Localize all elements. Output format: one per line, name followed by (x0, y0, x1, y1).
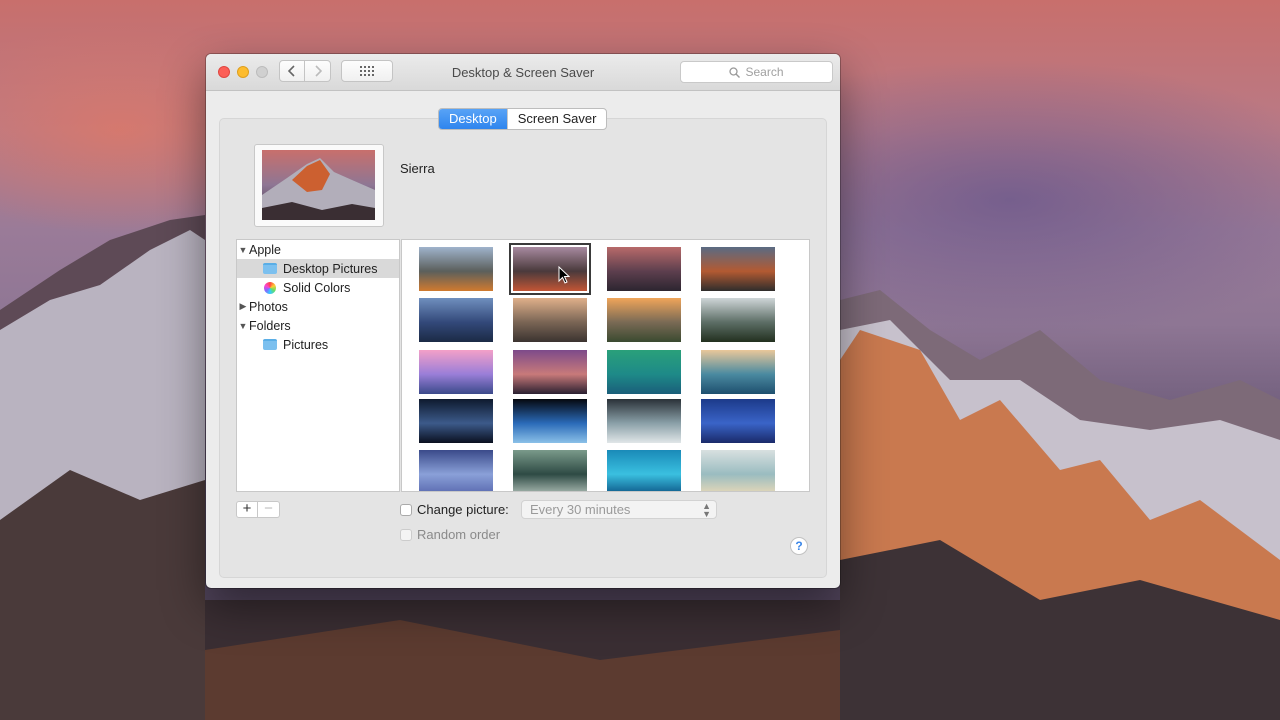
sidebar-item-desktop-pictures[interactable]: Desktop Pictures (237, 259, 399, 278)
wallpaper-thumbnail[interactable] (513, 350, 587, 394)
wallpaper-preview-image (262, 150, 375, 220)
wallpaper-thumbnail[interactable] (607, 298, 681, 342)
search-icon (729, 66, 741, 78)
tab-bar: Desktop Screen Saver (438, 108, 608, 130)
wallpaper-thumbnail[interactable] (607, 350, 681, 394)
preferences-window: Desktop & Screen Saver Search Desktop Sc… (206, 54, 840, 588)
wallpaper-grid (401, 239, 810, 492)
tab-desktop[interactable]: Desktop (439, 109, 507, 129)
add-folder-button[interactable]: + (236, 501, 258, 518)
sidebar-item-label: Desktop Pictures (283, 261, 378, 276)
mouse-pointer-icon (558, 266, 570, 284)
change-picture-checkbox[interactable] (400, 504, 412, 516)
wallpaper-thumbnail[interactable] (513, 450, 587, 491)
wallpaper-thumbnail[interactable] (419, 350, 493, 394)
updown-chevron-icon: ▲ ▼ (702, 501, 711, 519)
wallpaper-thumbnail[interactable] (607, 399, 681, 443)
sidebar-item-label: Apple (249, 242, 281, 257)
wallpaper-thumbnail[interactable] (701, 399, 775, 443)
help-button[interactable]: ? (790, 537, 808, 555)
color-wheel-icon (264, 281, 276, 294)
wallpaper-thumbnail[interactable] (701, 350, 775, 394)
sidebar-item-folders[interactable]: ▼ Folders (237, 316, 399, 335)
sidebar-item-label: Photos (249, 299, 288, 314)
random-order-checkbox[interactable] (400, 529, 412, 541)
wallpaper-thumbnail[interactable] (513, 298, 587, 342)
wallpaper-thumbnail[interactable] (419, 450, 493, 491)
wallpaper-thumbnail[interactable] (607, 450, 681, 491)
sidebar-item-solid-colors[interactable]: Solid Colors (237, 278, 399, 297)
disclosure-open-icon[interactable]: ▼ (237, 245, 249, 255)
wallpaper-name: Sierra (400, 161, 435, 176)
folder-icon (263, 339, 277, 350)
wallpaper-thumbnail[interactable] (701, 298, 775, 342)
remove-folder-button[interactable]: − (258, 501, 280, 518)
wallpaper-thumbnail[interactable] (701, 450, 775, 491)
sidebar-item-photos[interactable]: ▶ Photos (237, 297, 399, 316)
search-field[interactable]: Search (680, 61, 833, 83)
interval-value: Every 30 minutes (530, 502, 631, 517)
search-placeholder: Search (745, 65, 784, 79)
sidebar-item-label: Pictures (283, 337, 329, 352)
interval-popup[interactable]: Every 30 minutes ▲ ▼ (521, 500, 717, 519)
disclosure-open-icon[interactable]: ▼ (237, 321, 249, 331)
change-picture-label: Change picture: (417, 502, 509, 517)
wallpaper-thumbnail[interactable] (419, 399, 493, 443)
current-wallpaper-preview (254, 144, 384, 227)
wallpaper-thumbnail[interactable] (419, 298, 493, 342)
source-list: ▼ Apple Desktop Pictures Solid Colors ▶ … (236, 239, 400, 492)
folder-icon (263, 263, 277, 274)
wallpaper-thumbnail[interactable] (701, 247, 775, 291)
sidebar-item-label: Folders (249, 318, 291, 333)
tab-screen-saver[interactable]: Screen Saver (506, 109, 607, 129)
sidebar-item-label: Solid Colors (283, 280, 351, 295)
wallpaper-thumbnail[interactable] (513, 399, 587, 443)
random-order-label: Random order (417, 527, 501, 542)
wallpaper-thumbnail[interactable] (607, 247, 681, 291)
wallpaper-thumbnail[interactable] (509, 243, 591, 295)
sidebar-item-apple[interactable]: ▼ Apple (237, 240, 399, 259)
sidebar-item-pictures[interactable]: Pictures (237, 335, 399, 354)
wallpaper-thumbnail[interactable] (419, 247, 493, 291)
disclosure-closed-icon[interactable]: ▶ (237, 301, 249, 312)
title-bar: Desktop & Screen Saver Search (206, 54, 840, 91)
